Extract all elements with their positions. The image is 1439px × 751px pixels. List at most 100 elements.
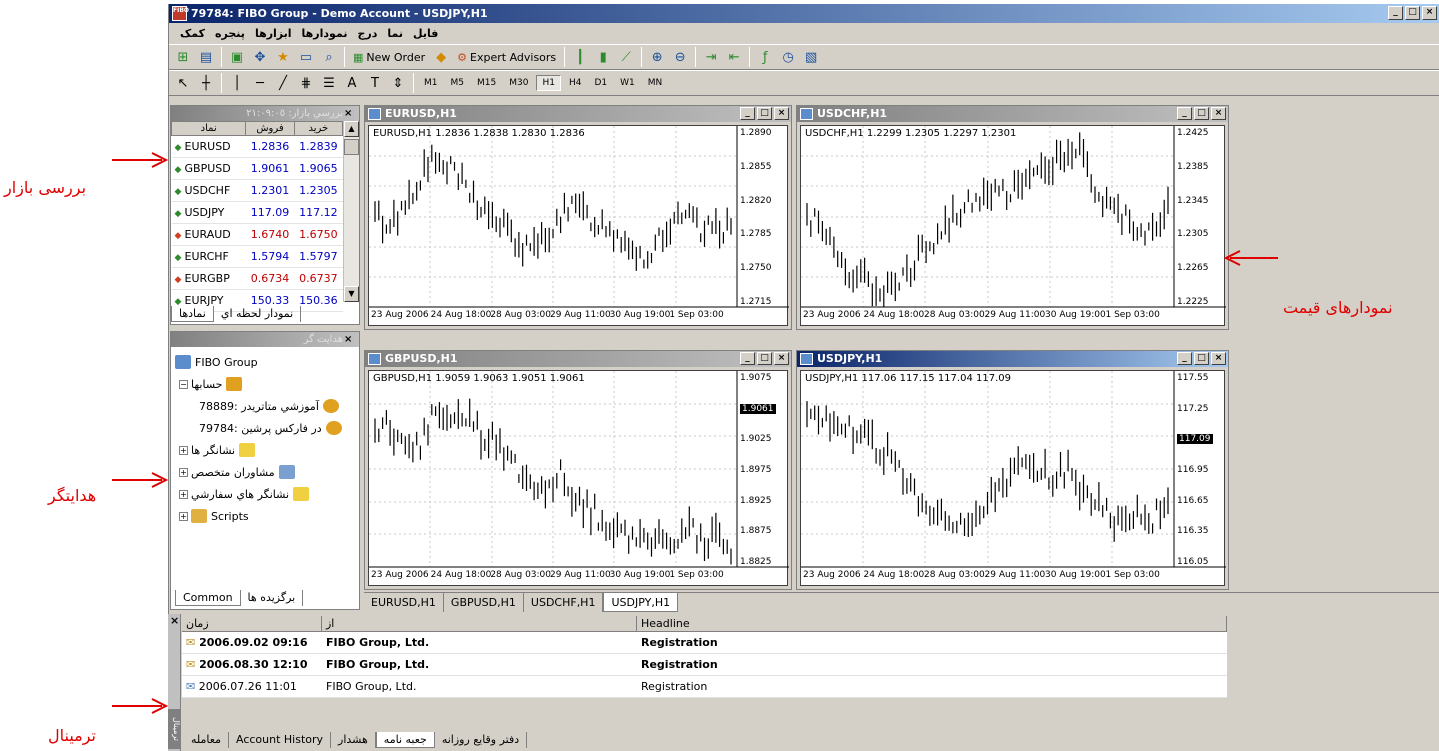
tf-h1[interactable]: H1 [536,75,561,91]
indicators-icon[interactable]: ƒ [755,47,775,67]
templates-icon[interactable]: ▧ [801,47,821,67]
chart-title-bar[interactable]: EURUSD,H1 _ □ × [365,106,791,122]
scroll-thumb[interactable] [344,139,359,155]
col-time[interactable]: زمان [182,616,322,631]
tree-experts[interactable]: + مشاوران متخصص [175,461,355,483]
menu-help[interactable]: کمک [175,24,210,43]
navigator-close-icon[interactable]: × [344,332,352,347]
chart-title-bar[interactable]: GBPUSD,H1 _ □ × [365,351,791,367]
profiles-icon[interactable]: ▤ [196,47,216,67]
channel-icon[interactable]: ⋕ [296,73,316,93]
chart-plot-area[interactable]: USDCHF,H1 1.2299 1.2305 1.2297 1.2301 1.2… [800,125,1226,326]
chart-tab[interactable]: USDCHF,H1 [524,593,604,612]
tab-alerts[interactable]: هشدار [331,732,376,748]
menu-insert[interactable]: درج [352,24,382,43]
zoom-in-icon[interactable]: ⊕ [647,47,667,67]
new-chart-icon[interactable]: ⊞ [173,47,193,67]
tf-mn[interactable]: MN [643,76,668,90]
chart-plot-area[interactable]: EURUSD,H1 1.2836 1.2838 1.2830 1.2836 1.2… [368,125,789,326]
collapse-icon[interactable]: − [179,379,188,389]
market-row-eurusd[interactable]: ◆ EURUSD 1.2836 1.2839 [171,135,343,158]
auto-scroll-icon[interactable]: ⇥ [701,47,721,67]
tab-account-history[interactable]: Account History [229,732,332,748]
tree-accounts[interactable]: − حسابها [175,373,355,395]
chart-minimize-button[interactable]: _ [740,352,755,365]
tab-tick-chart[interactable]: نمودار لحظه اي [214,306,302,322]
market-row-eurchf[interactable]: ◆ EURCHF 1.5794 1.5797 [171,245,343,268]
tf-m30[interactable]: M30 [504,76,533,90]
chart-plot-area[interactable]: GBPUSD,H1 1.9059 1.9063 1.9051 1.9061 1.9… [368,370,789,586]
tab-favorites[interactable]: برگزيده ها [241,590,304,606]
expand-icon[interactable]: + [179,489,188,499]
crosshair-nav-icon[interactable]: ✥ [250,47,270,67]
tab-symbols[interactable]: نمادها [171,306,214,322]
market-watch-icon[interactable]: ▣ [227,47,247,67]
chart-maximize-button[interactable]: □ [1194,352,1209,365]
chart-tab-active[interactable]: USDJPY,H1 [603,593,679,612]
expand-icon[interactable]: + [179,511,188,521]
mail-row[interactable]: ✉ 2006.07.26 11:01 FIBO Group, Ltd. Regist… [182,676,1227,698]
tree-scripts[interactable]: + Scripts [175,505,355,527]
tf-h4[interactable]: H4 [564,76,587,90]
chart-maximize-button[interactable]: □ [757,107,772,120]
expert-advisors-button[interactable]: ⚙ Expert Advisors [454,51,559,64]
chart-close-button[interactable]: × [774,107,789,120]
market-row-eurgbp[interactable]: ◆ EURGBP 0.6734 0.6737 [171,267,343,290]
chart-minimize-button[interactable]: _ [1177,352,1192,365]
chart-window-gbpusd[interactable]: GBPUSD,H1 _ □ × GBPUSD,H1 1.9059 1.9063 1.90… [364,350,792,590]
tab-trade[interactable]: معامله [184,732,229,748]
chart-minimize-button[interactable]: _ [740,107,755,120]
tf-m1[interactable]: M1 [419,76,443,90]
chart-title-bar[interactable]: USDCHF,H1 _ □ × [797,106,1228,122]
tab-journal[interactable]: دفتر وقايع روزانه [435,732,528,748]
tree-account-79784[interactable]: در فارکس پرشين :79784 [175,417,355,439]
col-symbol[interactable]: نماد [170,121,247,136]
menu-tools[interactable]: ابزارها [250,24,297,43]
line-chart-icon[interactable]: ⟋ [616,47,636,67]
chart-close-button[interactable]: × [1211,352,1226,365]
candlestick-icon[interactable]: ▮ [593,47,613,67]
tree-account-78889[interactable]: آموزشي متاتريدر :78889 [175,395,355,417]
market-watch-scrollbar[interactable]: ▲ ▼ [343,121,359,302]
minimize-button[interactable]: _ [1388,6,1403,20]
new-order-button[interactable]: ▦ New Order [350,51,428,64]
fibonacci-icon[interactable]: ☰ [319,73,339,93]
terminal-icon[interactable]: ▭ [296,47,316,67]
tree-root[interactable]: FIBO Group [175,351,355,373]
chart-window-usdjpy[interactable]: USDJPY,H1 _ □ × USDJPY,H1 117.06 117.15 117.… [796,350,1229,590]
market-row-usdchf[interactable]: ◆ USDCHF 1.2301 1.2305 [171,179,343,202]
arrows-icon[interactable]: ⇕ [388,73,408,93]
market-row-euraud[interactable]: ◆ EURAUD 1.6740 1.6750 [171,223,343,246]
chart-tab[interactable]: GBPUSD,H1 [444,593,524,612]
chart-plot-area[interactable]: USDJPY,H1 117.06 117.15 117.04 117.09 117… [800,370,1226,586]
col-ask[interactable]: خريد [293,121,344,136]
chart-shift-icon[interactable]: ⇤ [724,47,744,67]
chart-close-button[interactable]: × [1211,107,1226,120]
close-button[interactable]: × [1422,6,1437,20]
menu-view[interactable]: نما [382,24,408,43]
col-bid[interactable]: فروش [245,121,295,136]
menu-file[interactable]: فایل [408,24,443,43]
zoom-out-icon[interactable]: ⊖ [670,47,690,67]
chart-title-bar[interactable]: USDJPY,H1 _ □ × [797,351,1228,367]
trendline-icon[interactable]: ╱ [273,73,293,93]
tab-mailbox[interactable]: جعبه نامه [375,732,435,748]
chart-window-usdchf[interactable]: USDCHF,H1 _ □ × USDCHF,H1 1.2299 1.2305 1.22… [796,105,1229,330]
expand-icon[interactable]: + [179,467,188,477]
market-row-usdjpy[interactable]: ◆ USDJPY 117.09 117.12 [171,201,343,224]
terminal-close-icon[interactable]: × [170,614,179,627]
mail-row[interactable]: ✉ 2006.08.30 12:10 FIBO Group, Ltd. Regist… [182,654,1227,676]
text-label-icon[interactable]: T [365,73,385,93]
chart-minimize-button[interactable]: _ [1177,107,1192,120]
text-icon[interactable]: A [342,73,362,93]
crosshair-icon[interactable]: ┼ [196,73,216,93]
cursor-icon[interactable]: ↖ [173,73,193,93]
chart-maximize-button[interactable]: □ [1194,107,1209,120]
metaeditor-icon[interactable]: ◆ [431,47,451,67]
bar-chart-icon[interactable]: ┃ [570,47,590,67]
scroll-up-icon[interactable]: ▲ [344,121,359,137]
tf-m5[interactable]: M5 [446,76,470,90]
horizontal-line-icon[interactable]: ─ [250,73,270,93]
market-row-gbpusd[interactable]: ◆ GBPUSD 1.9061 1.9065 [171,157,343,180]
tf-w1[interactable]: W1 [615,76,640,90]
